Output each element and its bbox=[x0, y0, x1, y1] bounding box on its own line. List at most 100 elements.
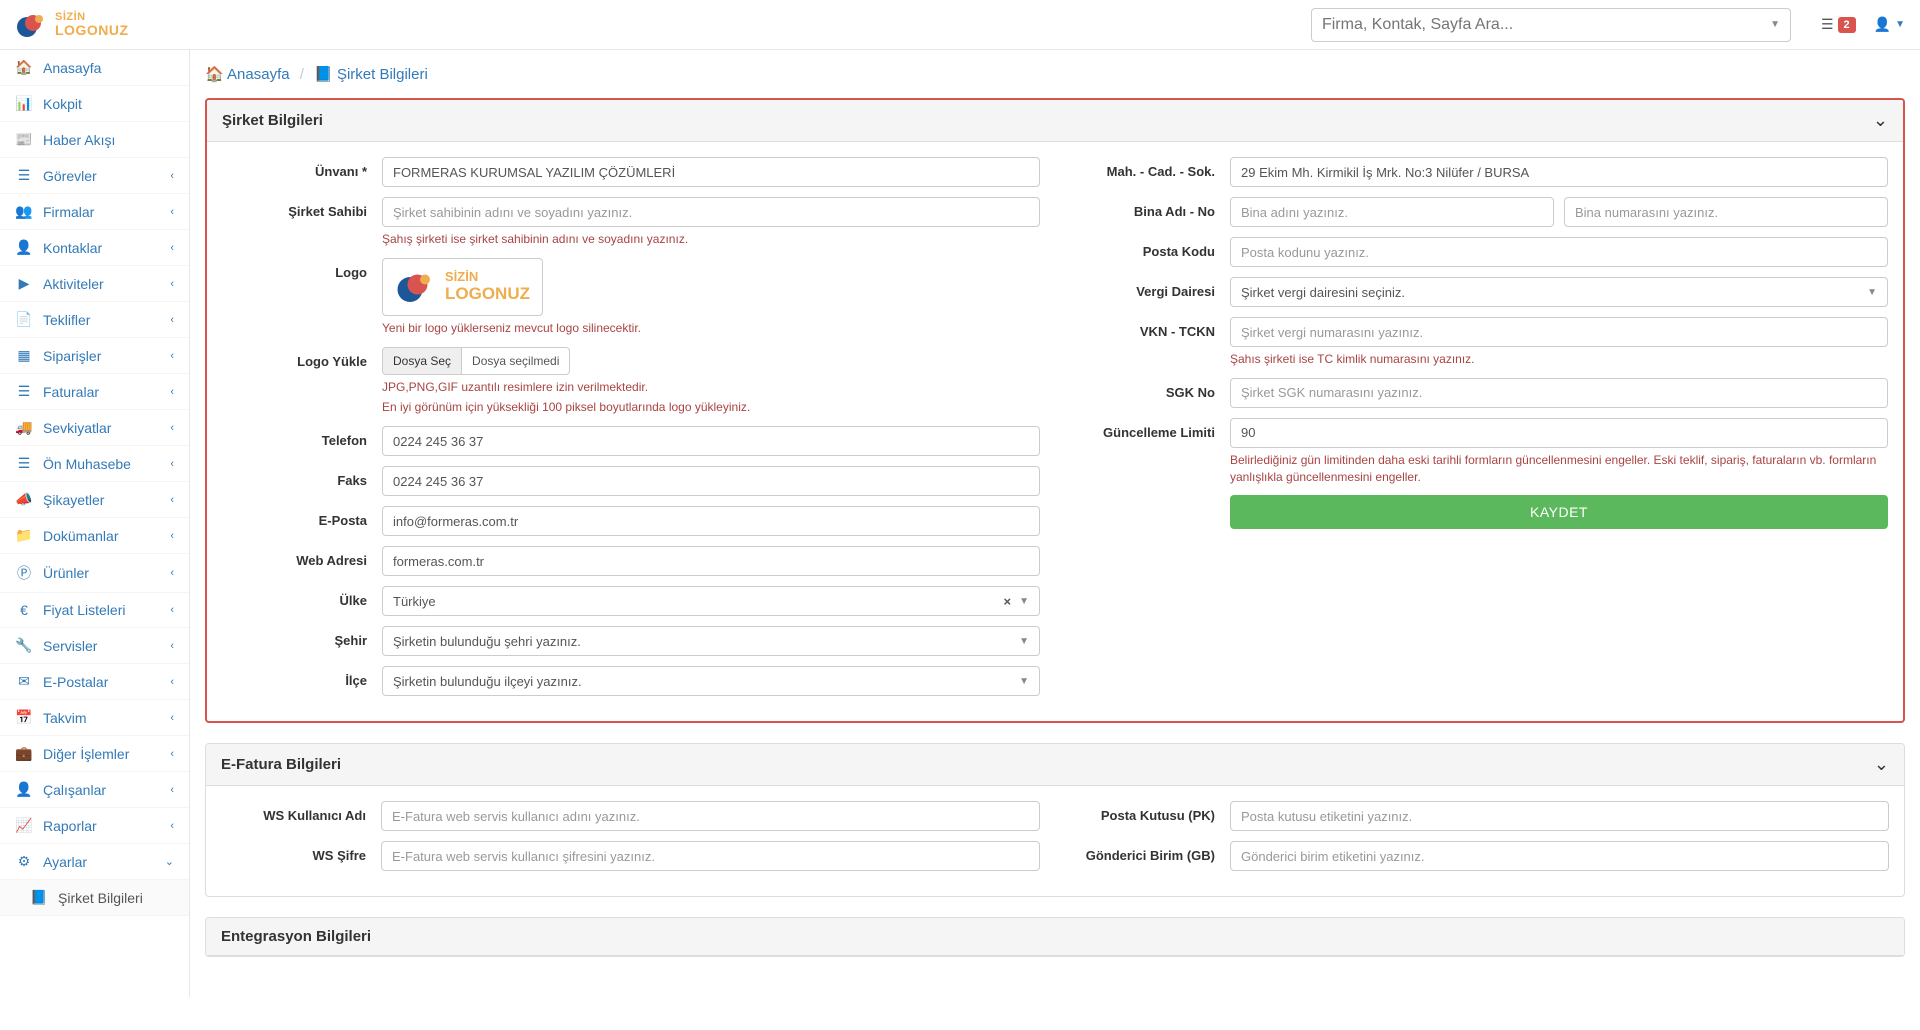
sehir-select[interactable]: Şirketin bulunduğu şehri yazınız. ▼ bbox=[382, 626, 1040, 656]
ws-user-input[interactable] bbox=[381, 801, 1040, 831]
unvan-input[interactable] bbox=[382, 157, 1040, 187]
bina-no-input[interactable] bbox=[1564, 197, 1888, 227]
sidebar-item-label: E-Postalar bbox=[43, 674, 108, 690]
vergi-select[interactable]: Şirket vergi dairesini seçiniz. ▼ bbox=[1230, 277, 1888, 307]
sidebar-item-faturalar[interactable]: ☰Faturalar‹ bbox=[0, 374, 189, 410]
faks-input[interactable] bbox=[382, 466, 1040, 496]
ws-user-label: WS Kullanıcı Adı bbox=[221, 801, 381, 823]
sidebar-item-label: Şirket Bilgileri bbox=[58, 890, 143, 906]
sgk-input[interactable] bbox=[1230, 378, 1888, 408]
sidebar-item-teklifler[interactable]: 📄Teklifler‹ bbox=[0, 302, 189, 338]
chevron-left-icon: ‹ bbox=[170, 712, 174, 724]
breadcrumb-home[interactable]: Anasayfa bbox=[227, 66, 290, 83]
global-search[interactable]: ▼ bbox=[1311, 8, 1791, 42]
ulke-select[interactable]: Türkiye × ▼ bbox=[382, 586, 1040, 616]
sidebar-item-nmuhasebe[interactable]: ☰Ön Muhasebe‹ bbox=[0, 446, 189, 482]
upload-help2: En iyi görünüm için yüksekliği 100 pikse… bbox=[382, 399, 1040, 416]
sidebar-item-label: Ürünler bbox=[43, 565, 89, 581]
web-input[interactable] bbox=[382, 546, 1040, 576]
save-button[interactable]: KAYDET bbox=[1230, 495, 1888, 529]
vkn-help: Şahıs şirketi ise TC kimlik numarasını y… bbox=[1230, 351, 1888, 368]
euro-icon: € bbox=[15, 602, 33, 618]
sidebar-item-grevler[interactable]: ☰Görevler‹ bbox=[0, 158, 189, 194]
chevron-left-icon: ‹ bbox=[170, 567, 174, 579]
sidebar-item-irketbilgileri[interactable]: 📘Şirket Bilgileri bbox=[0, 880, 189, 916]
dashboard-icon: 📊 bbox=[15, 95, 33, 112]
sidebar-item-firmalar[interactable]: 👥Firmalar‹ bbox=[0, 194, 189, 230]
sidebar-item-rnler[interactable]: Ⓟ Ürünler ‹ bbox=[0, 554, 189, 593]
mail-icon: ✉ bbox=[15, 673, 33, 690]
sidebar-item-raporlar[interactable]: 📈 Raporlar ‹ bbox=[0, 808, 189, 844]
sidebar-item-label: Çalışanlar bbox=[43, 782, 106, 798]
sidebar-item-haberak[interactable]: 📰Haber Akışı bbox=[0, 122, 189, 158]
sgk-label: SGK No bbox=[1070, 378, 1230, 400]
file-choose-button[interactable]: Dosya Seç bbox=[383, 348, 462, 374]
sidebar-item-anasayfa[interactable]: 🏠Anasayfa bbox=[0, 50, 189, 86]
pk-input[interactable] bbox=[1230, 801, 1889, 831]
file-status: Dosya seçilmedi bbox=[462, 354, 569, 368]
sidebar-item-sevkiyatlar[interactable]: 🚚Sevkiyatlar‹ bbox=[0, 410, 189, 446]
chevron-left-icon: ‹ bbox=[170, 820, 174, 832]
sidebar-item-dokmanlar[interactable]: 📁Dokümanlar‹ bbox=[0, 518, 189, 554]
sidebar-item-label: Takvim bbox=[43, 710, 87, 726]
sidebar-item-label: Servisler bbox=[43, 638, 97, 654]
search-input[interactable] bbox=[1322, 16, 1770, 34]
product-icon: Ⓟ bbox=[15, 563, 33, 583]
limit-help: Belirlediğiniz gün limitinden daha eski … bbox=[1230, 452, 1888, 486]
bina-adi-input[interactable] bbox=[1230, 197, 1554, 227]
sidebar-item-servisler[interactable]: 🔧Servisler‹ bbox=[0, 628, 189, 664]
clear-icon[interactable]: × bbox=[1004, 594, 1012, 609]
chevron-left-icon: ‹ bbox=[170, 494, 174, 506]
user-menu[interactable]: 👤 ▼ bbox=[1874, 16, 1905, 33]
news-icon: 📰 bbox=[15, 131, 33, 148]
sidebar-item-alanlar[interactable]: 👤Çalışanlar‹ bbox=[0, 772, 189, 808]
logo-text-2: LOGONUZ bbox=[55, 23, 129, 37]
adres-input[interactable] bbox=[1230, 157, 1888, 187]
sidebar-item-epostalar[interactable]: ✉E-Postalar‹ bbox=[0, 664, 189, 700]
breadcrumb-current[interactable]: Şirket Bilgileri bbox=[337, 66, 428, 83]
sidebar-item-label: Teklifler bbox=[43, 312, 90, 328]
sidebar-item-label: Firmalar bbox=[43, 204, 94, 220]
sidebar-item-aktiviteler[interactable]: ▶Aktiviteler‹ bbox=[0, 266, 189, 302]
telefon-input[interactable] bbox=[382, 426, 1040, 456]
notifications-button[interactable]: ☰ 2 bbox=[1821, 16, 1856, 33]
collapse-icon[interactable]: ⌄ bbox=[1873, 110, 1888, 131]
sidebar-item-takvim[interactable]: 📅Takvim‹ bbox=[0, 700, 189, 736]
sidebar-item-ayarlar[interactable]: ⚙Ayarlar⌄ bbox=[0, 844, 189, 880]
posta-label: Posta Kodu bbox=[1070, 237, 1230, 259]
ilce-label: İlçe bbox=[222, 666, 382, 688]
right-column: Mah. - Cad. - Sok. Bina Adı - No Posta K… bbox=[1070, 157, 1888, 706]
main-content: 🏠 Anasayfa / 📘 Şirket Bilgileri Şirket B… bbox=[190, 50, 1920, 997]
breadcrumb: 🏠 Anasayfa / 📘 Şirket Bilgileri bbox=[205, 50, 1905, 98]
limit-input[interactable] bbox=[1230, 418, 1888, 448]
sidebar-item-kokpit[interactable]: 📊Kokpit bbox=[0, 86, 189, 122]
sidebar-item-dierilemler[interactable]: 💼Diğer İşlemler‹ bbox=[0, 736, 189, 772]
vergi-label: Vergi Dairesi bbox=[1070, 277, 1230, 299]
ilce-select[interactable]: Şirketin bulunduğu ilçeyi yazınız. ▼ bbox=[382, 666, 1040, 696]
chevron-left-icon: ‹ bbox=[170, 242, 174, 254]
app-logo[interactable]: SİZİN LOGONUZ bbox=[15, 9, 129, 41]
web-label: Web Adresi bbox=[222, 546, 382, 568]
posta-input[interactable] bbox=[1230, 237, 1888, 267]
chart-icon: 📈 bbox=[15, 817, 33, 834]
gb-input[interactable] bbox=[1230, 841, 1889, 871]
folder-icon: 📁 bbox=[15, 527, 33, 544]
sidebar-item-label: Raporlar bbox=[43, 818, 97, 834]
sidebar-item-kontaklar[interactable]: 👤Kontaklar‹ bbox=[0, 230, 189, 266]
sidebar-item-fiyatlisteleri[interactable]: €Fiyat Listeleri‹ bbox=[0, 593, 189, 628]
eposta-label: E-Posta bbox=[222, 506, 382, 528]
chevron-left-icon: ‹ bbox=[170, 278, 174, 290]
ws-pass-label: WS Şifre bbox=[221, 841, 381, 863]
sahip-input[interactable] bbox=[382, 197, 1040, 227]
file-input[interactable]: Dosya Seç Dosya seçilmedi bbox=[382, 347, 570, 375]
sidebar-item-sipariler[interactable]: ▦Siparişler‹ bbox=[0, 338, 189, 374]
vkn-input[interactable] bbox=[1230, 317, 1888, 347]
eposta-input[interactable] bbox=[382, 506, 1040, 536]
ws-pass-input[interactable] bbox=[381, 841, 1040, 871]
sidebar-item-ikayetler[interactable]: 📣Şikayetler‹ bbox=[0, 482, 189, 518]
collapse-icon[interactable]: ⌄ bbox=[1874, 754, 1889, 775]
top-bar: SİZİN LOGONUZ ▼ ☰ 2 👤 ▼ bbox=[0, 0, 1920, 50]
chevron-left-icon: ‹ bbox=[170, 350, 174, 362]
chevron-left-icon: ‹ bbox=[170, 458, 174, 470]
logo-upload-label: Logo Yükle bbox=[222, 347, 382, 369]
